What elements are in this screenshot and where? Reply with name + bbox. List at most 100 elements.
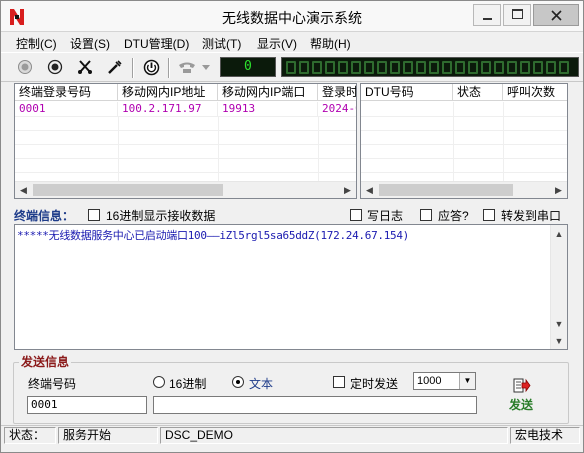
message-input[interactable] xyxy=(153,396,477,414)
interval-value: 1000 xyxy=(417,375,442,387)
terminal-number-label: 终端号码 xyxy=(28,377,77,391)
chevron-down-icon[interactable]: ▼ xyxy=(459,373,475,389)
log-vscroll[interactable]: ▲ ▼ ▼ xyxy=(550,225,567,349)
segment-digit xyxy=(494,60,504,74)
scroll-down-icon[interactable]: ▼ xyxy=(551,332,567,349)
terminal-info-row: 终端信息： 16进制显示接收数据 写日志 应答? 转发到串口 xyxy=(14,206,580,224)
maximize-button[interactable] xyxy=(503,4,531,26)
status-mode: DSC_DEMO xyxy=(160,427,508,444)
wrench-icon xyxy=(108,60,122,74)
record-button[interactable] xyxy=(14,57,36,77)
column-header[interactable]: 移动网内IP地址 xyxy=(118,84,218,101)
hex-display-label: 16进制显示接收数据 xyxy=(106,209,216,223)
dtu-list[interactable]: DTU号码 状态 呼叫次数 ◀ ▶ xyxy=(360,83,568,199)
segment-digit xyxy=(351,60,361,74)
column-header[interactable]: 状态 xyxy=(453,84,503,101)
forward-serial-checkbox[interactable] xyxy=(483,209,495,221)
dial-dropdown-button[interactable] xyxy=(200,57,212,77)
segment-digit xyxy=(377,60,387,74)
target-button[interactable] xyxy=(44,57,66,77)
close-button[interactable] xyxy=(533,4,579,26)
ack-label: 应答? xyxy=(438,209,469,223)
segment-digit xyxy=(403,60,413,74)
scissors-icon xyxy=(78,60,92,74)
table-cell: 2024-0 xyxy=(318,102,356,116)
table-row[interactable]: 0001 100.2.171.97 19913 2024-0 xyxy=(15,102,356,116)
toolbar-separator xyxy=(132,58,134,78)
scroll-right-icon[interactable]: ▶ xyxy=(550,182,567,198)
minimize-button[interactable] xyxy=(473,4,501,26)
cut-button[interactable] xyxy=(74,57,96,77)
log-line: *****无线数据服务中心已启动端口100——iZl5rgl5sa65ddZ(1… xyxy=(17,229,410,242)
dropdown-arrow-icon xyxy=(202,64,210,70)
title-bar: 无线数据中心演示系统 xyxy=(1,1,583,32)
column-header[interactable]: 终端登录号码 xyxy=(15,84,118,101)
text-radio[interactable] xyxy=(232,376,244,388)
power-icon xyxy=(143,59,159,75)
terminal-info-label: 终端信息： xyxy=(14,209,75,223)
column-header[interactable]: 呼叫次数 xyxy=(503,84,567,101)
scroll-up-icon[interactable]: ▲ xyxy=(551,225,567,242)
segment-digit xyxy=(481,60,491,74)
tool-button[interactable] xyxy=(104,57,126,77)
terminal-list-hscroll[interactable]: ◀ ▶ xyxy=(15,181,356,198)
forward-serial-label: 转发到串口 xyxy=(501,209,562,223)
phone-icon xyxy=(179,62,195,73)
menu-view[interactable]: 显示(V) xyxy=(257,35,297,52)
scroll-right-icon[interactable]: ▶ xyxy=(339,182,356,198)
segment-digit xyxy=(364,60,374,74)
menu-control[interactable]: 控制(C) xyxy=(16,35,57,52)
dtu-list-hscroll[interactable]: ◀ ▶ xyxy=(361,181,567,198)
menu-dtu-management[interactable]: DTU管理(D) xyxy=(124,35,189,52)
ack-checkbox[interactable] xyxy=(420,209,432,221)
menu-bar: 控制(C) 设置(S) DTU管理(D) 测试(T) 显示(V) 帮助(H) xyxy=(1,32,583,52)
segment-digit xyxy=(520,60,530,74)
segment-digit xyxy=(442,60,452,74)
column-header[interactable]: 登录时 xyxy=(318,84,356,101)
menu-test[interactable]: 测试(T) xyxy=(202,35,241,52)
segment-digit xyxy=(416,60,426,74)
interval-select[interactable]: 1000 ▼ xyxy=(413,372,476,390)
hex-radio[interactable] xyxy=(153,376,165,388)
send-button-label: 发送 xyxy=(508,398,533,412)
grid-lines xyxy=(361,102,567,182)
terminal-number-input[interactable]: 0001 xyxy=(27,396,147,414)
menu-settings[interactable]: 设置(S) xyxy=(70,35,110,52)
scroll-thumb[interactable] xyxy=(33,184,223,196)
status-label: 状态： xyxy=(4,427,56,444)
column-header[interactable]: DTU号码 xyxy=(361,84,453,101)
column-header[interactable]: 移动网内IP端口 xyxy=(218,84,318,101)
timed-send-checkbox[interactable] xyxy=(333,376,345,388)
grid-lines xyxy=(15,116,356,182)
toolbar-separator xyxy=(168,58,170,78)
segment-digit xyxy=(299,60,309,74)
scroll-down-icon[interactable]: ▼ xyxy=(551,315,567,332)
send-group xyxy=(13,362,569,424)
write-log-label: 写日志 xyxy=(367,209,404,223)
send-button[interactable]: 发送 xyxy=(499,375,543,415)
scroll-left-icon[interactable]: ◀ xyxy=(15,182,32,198)
scroll-left-icon[interactable]: ◀ xyxy=(361,182,378,198)
scroll-thumb[interactable] xyxy=(379,184,513,196)
segment-digit xyxy=(429,60,439,74)
menu-help[interactable]: 帮助(H) xyxy=(310,35,351,52)
maximize-icon xyxy=(512,9,523,19)
table-cell: 100.2.171.97 xyxy=(118,102,218,116)
segment-digit xyxy=(286,60,296,74)
minimize-icon xyxy=(483,18,492,20)
table-cell: 19913 xyxy=(218,102,318,116)
segment-digit xyxy=(468,60,478,74)
text-radio-label: 文本 xyxy=(249,377,274,391)
receive-log[interactable]: *****无线数据服务中心已启动端口100——iZl5rgl5sa65ddZ(1… xyxy=(14,224,568,350)
toolbar: 0 xyxy=(1,52,583,82)
segment-digit xyxy=(325,60,335,74)
segment-digit xyxy=(546,60,556,74)
connection-counter: 0 xyxy=(220,57,276,77)
segment-digit xyxy=(559,60,569,74)
terminal-list[interactable]: 终端登录号码 移动网内IP地址 移动网内IP端口 登录时 0001 100.2.… xyxy=(14,83,357,199)
hex-display-checkbox[interactable] xyxy=(88,209,100,221)
segment-digit xyxy=(338,60,348,74)
dial-button[interactable] xyxy=(176,57,198,77)
write-log-checkbox[interactable] xyxy=(350,209,362,221)
power-button[interactable] xyxy=(140,57,162,77)
